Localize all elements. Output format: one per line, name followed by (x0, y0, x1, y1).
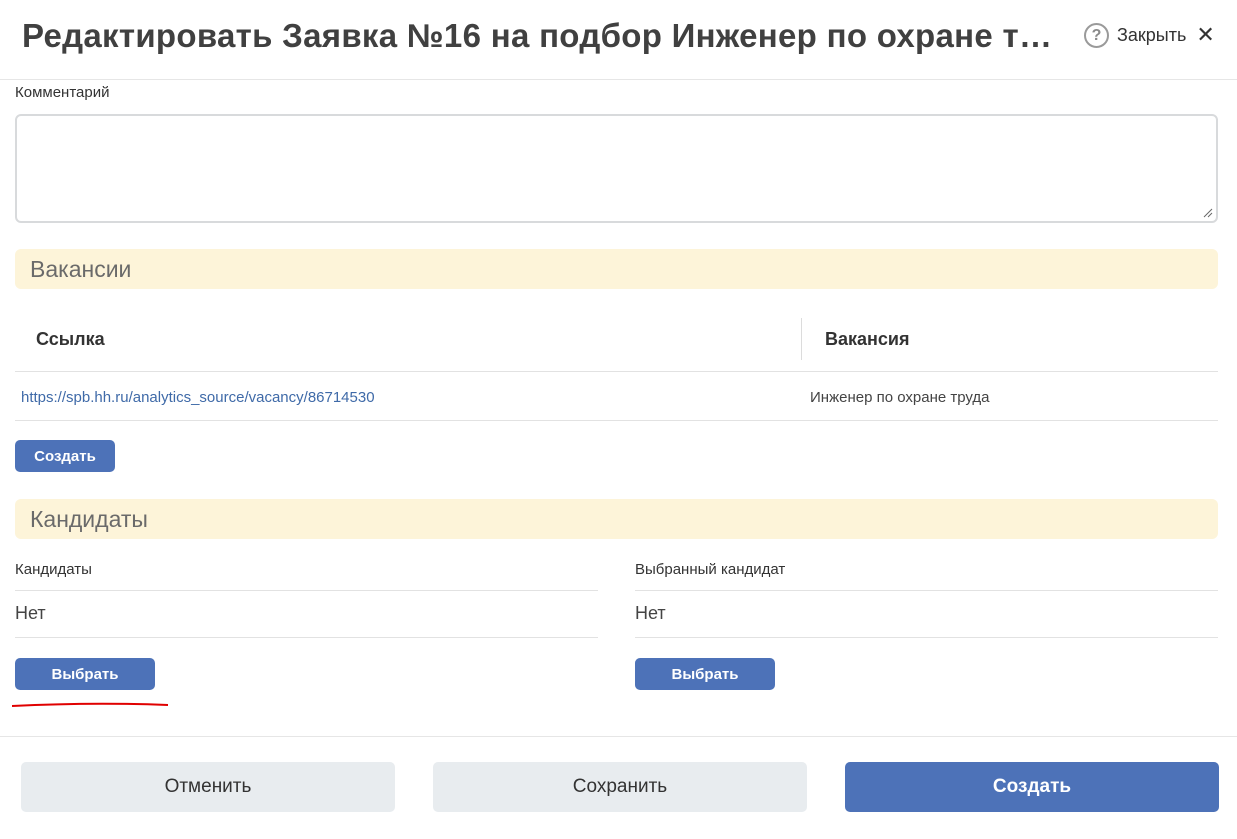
cancel-button[interactable]: Отменить (21, 762, 395, 812)
candidates-top-divider (15, 590, 598, 591)
footer-divider (0, 736, 1237, 737)
vacancy-link[interactable]: https://spb.hh.ru/analytics_source/vacan… (21, 389, 375, 406)
resize-grip-icon[interactable] (1203, 208, 1213, 218)
create-button[interactable]: Создать (845, 762, 1219, 812)
select-candidates-button[interactable]: Выбрать (15, 658, 155, 690)
save-button[interactable]: Сохранить (433, 762, 807, 812)
modal-header: Редактировать Заявка №16 на подбор Инжен… (0, 0, 1237, 80)
modal-title: Редактировать Заявка №16 на подбор Инжен… (22, 17, 1072, 54)
table-header-divider (15, 371, 1218, 372)
create-vacancy-button[interactable]: Создать (15, 440, 115, 472)
selected-candidate-label: Выбранный кандидат (635, 561, 786, 578)
help-icon[interactable]: ? (1084, 23, 1109, 48)
candidates-value: Нет (15, 603, 46, 623)
column-header-link[interactable]: Ссылка (36, 329, 105, 350)
candidates-label: Кандидаты (15, 561, 92, 578)
candidates-bottom-divider (15, 637, 598, 638)
vacancies-section-header: Вакансии (15, 249, 1218, 289)
candidates-section-title: Кандидаты (30, 506, 148, 532)
column-divider (801, 318, 802, 360)
vacancies-section-title: Вакансии (30, 256, 132, 282)
candidates-section-header: Кандидаты (15, 499, 1218, 539)
selected-candidate-value: Нет (635, 603, 666, 623)
close-label: Закрыть (1117, 24, 1187, 45)
column-header-vacancy[interactable]: Вакансия (825, 329, 909, 350)
comment-label: Комментарий (15, 84, 110, 101)
close-button[interactable]: Закрыть ✕ (1117, 22, 1215, 48)
red-annotation-underline (12, 702, 169, 707)
close-icon: ✕ (1196, 22, 1215, 47)
table-row-divider (15, 420, 1218, 421)
vacancy-name-cell: Инженер по охране труда (810, 389, 990, 406)
select-selected-candidate-button[interactable]: Выбрать (635, 658, 775, 690)
selected-candidate-bottom-divider (635, 637, 1218, 638)
selected-candidate-top-divider (635, 590, 1218, 591)
comment-textarea[interactable] (15, 114, 1218, 223)
